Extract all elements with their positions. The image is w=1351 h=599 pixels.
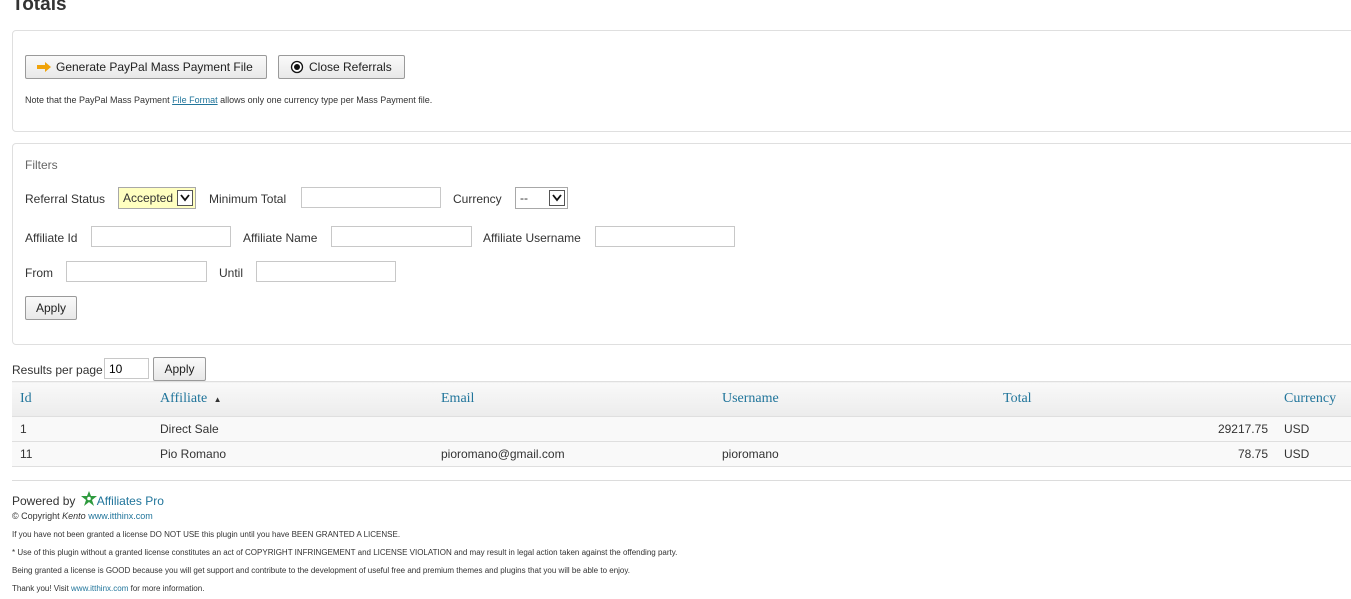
affiliate-username-label: Affiliate Username	[483, 231, 581, 245]
cell-id: 11	[12, 441, 152, 467]
chevron-down-icon	[177, 190, 193, 206]
from-label: From	[25, 266, 53, 280]
affiliate-name-input[interactable]	[331, 226, 472, 247]
license-line-1: If you have not been granted a license D…	[12, 530, 401, 539]
filters-legend: Filters	[25, 158, 58, 172]
copyright-author: Kento	[62, 511, 86, 521]
table-row: 11 Pio Romano pioromano@gmail.com piorom…	[12, 441, 1351, 467]
column-header-affiliate-label: Affiliate	[160, 391, 208, 406]
page-title: Totals	[12, 0, 67, 15]
column-header-total-label: Total	[1003, 391, 1032, 406]
column-header-id[interactable]: Id	[12, 381, 152, 417]
column-header-username[interactable]: Username	[714, 381, 995, 417]
itthinx-more-info-link[interactable]: www.itthinx.com	[71, 584, 128, 593]
until-date-input[interactable]	[256, 261, 396, 282]
affiliate-id-input[interactable]	[91, 226, 231, 247]
pagination-apply-label: Apply	[164, 362, 195, 376]
column-header-total[interactable]: Total	[995, 381, 1276, 417]
cell-currency: USD	[1276, 416, 1351, 442]
radio-dot-icon	[290, 60, 304, 74]
table-header-row: Id Affiliate ▲ Email Username Total Curr…	[12, 381, 1351, 417]
generate-paypal-file-button[interactable]: Generate PayPal Mass Payment File	[25, 55, 267, 79]
affiliate-id-label: Affiliate Id	[25, 231, 78, 245]
affiliate-username-input[interactable]	[595, 226, 735, 247]
column-header-username-label: Username	[722, 391, 779, 406]
affiliate-name-label: Affiliate Name	[243, 231, 318, 245]
cell-email	[433, 416, 714, 442]
referral-status-select[interactable]: Accepted	[118, 187, 196, 209]
pagination-apply-button[interactable]: Apply	[153, 357, 206, 381]
powered-by: Powered by Affiliates Pro	[12, 491, 164, 508]
totals-table: Id Affiliate ▲ Email Username Total Curr…	[12, 381, 1351, 467]
cell-id: 1	[12, 416, 152, 442]
powered-by-text: Powered by	[12, 494, 76, 508]
close-referrals-label: Close Referrals	[309, 60, 392, 74]
affiliates-pro-logo-icon	[80, 491, 97, 506]
actions-panel: Generate PayPal Mass Payment File Close …	[12, 30, 1351, 132]
cell-total: 29217.75	[995, 416, 1276, 442]
filters-apply-button[interactable]: Apply	[25, 296, 77, 320]
arrow-right-icon	[37, 62, 51, 72]
cell-affiliate: Direct Sale	[152, 416, 433, 442]
cell-username	[714, 416, 995, 442]
table-row: 1 Direct Sale 29217.75 USD	[12, 416, 1351, 442]
sort-asc-icon: ▲	[213, 395, 222, 404]
chevron-down-icon	[549, 190, 565, 206]
license-line-2: * Use of this plugin without a granted l…	[12, 548, 678, 557]
thanks-line: Thank you! Visit www.itthinx.com for mor…	[12, 584, 204, 593]
column-header-affiliate[interactable]: Affiliate ▲	[152, 381, 433, 417]
results-per-page-input[interactable]	[104, 358, 149, 379]
generate-paypal-file-label: Generate PayPal Mass Payment File	[56, 60, 253, 74]
cell-affiliate: Pio Romano	[152, 441, 433, 467]
minimum-total-input[interactable]	[301, 187, 441, 208]
cell-currency: USD	[1276, 441, 1351, 467]
affiliates-pro-link[interactable]: Affiliates Pro	[97, 494, 164, 508]
footer-divider	[12, 480, 1351, 481]
copyright: © Copyright Kento www.itthinx.com	[12, 511, 153, 521]
currency-select[interactable]: --	[515, 187, 568, 209]
from-date-input[interactable]	[66, 261, 207, 282]
thanks-suffix: for more information.	[130, 584, 205, 593]
minimum-total-label: Minimum Total	[209, 192, 287, 206]
column-header-currency[interactable]: Currency	[1276, 381, 1351, 417]
column-header-email-label: Email	[441, 391, 475, 406]
column-header-id-label: Id	[20, 391, 32, 406]
currency-label: Currency	[453, 192, 502, 206]
column-header-email[interactable]: Email	[433, 381, 714, 417]
close-referrals-button[interactable]: Close Referrals	[278, 55, 405, 79]
cell-email: pioromano@gmail.com	[433, 441, 714, 467]
filters-apply-label: Apply	[35, 301, 67, 315]
itthinx-link[interactable]: www.itthinx.com	[88, 511, 153, 521]
referral-status-label: Referral Status	[25, 192, 106, 206]
file-format-link[interactable]: File Format	[172, 95, 218, 105]
thanks-prefix: Thank you! Visit	[12, 584, 69, 593]
cell-total: 78.75	[995, 441, 1276, 467]
column-header-currency-label: Currency	[1284, 391, 1337, 406]
currency-value: --	[520, 191, 528, 205]
results-per-page-label: Results per page	[12, 363, 103, 377]
note-suffix: allows only one currency type per Mass P…	[220, 95, 433, 105]
referral-status-value: Accepted	[123, 191, 174, 205]
until-label: Until	[219, 266, 244, 280]
note-prefix: Note that the PayPal Mass Payment	[25, 95, 170, 105]
cell-username: pioromano	[714, 441, 995, 467]
mass-payment-note: Note that the PayPal Mass Payment File F…	[25, 95, 432, 105]
copyright-prefix: © Copyright	[12, 511, 60, 521]
license-line-3: Being granted a license is GOOD because …	[12, 566, 630, 575]
